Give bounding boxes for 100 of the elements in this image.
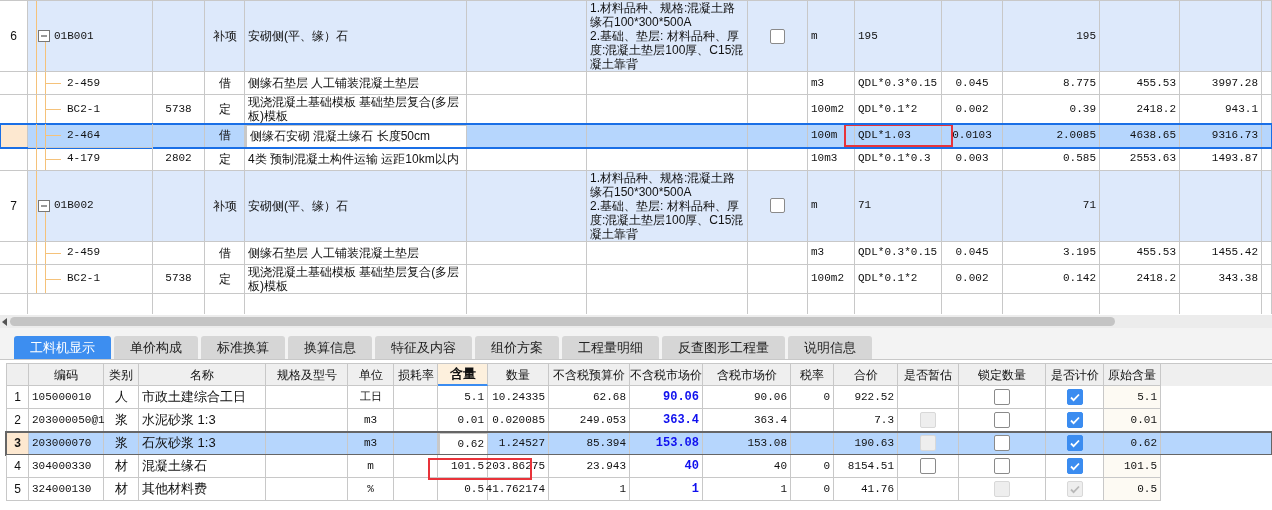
- unit-price: 2418.2: [1136, 101, 1176, 117]
- item-code: 4-179: [67, 151, 100, 167]
- total-price: 41.76: [861, 481, 894, 497]
- factor: 0.045: [955, 245, 989, 261]
- group-row[interactable]: 6 01B001 补项 安砌侧(平、缘）石 1.材料品种、规格:混凝土路缘石100*300*500A 2.基础、垫层: 材料品种、厚度:混凝土垫层100厚、C15混凝土靠背 m 195 195: [0, 1, 1272, 72]
- item-type: 补项: [212, 197, 237, 215]
- unit-price: 4638.65: [1129, 128, 1176, 143]
- budget-price: 1: [619, 481, 626, 497]
- tax-rate: 0: [823, 458, 830, 474]
- content: 0.5: [464, 481, 484, 497]
- total-price: 1455.42: [1211, 245, 1258, 261]
- tab[interactable]: 单价构成: [114, 336, 198, 359]
- quantity-expression: 71: [858, 198, 872, 214]
- quantity: 10.24335: [492, 389, 545, 405]
- item-name: 安砌侧(平、缘）石: [248, 197, 348, 215]
- tab[interactable]: 换算信息: [288, 336, 372, 359]
- tab[interactable]: 特征及内容: [375, 336, 472, 359]
- unit: m: [367, 458, 374, 474]
- tax-inclusive-price: 90.06: [754, 389, 787, 405]
- tab[interactable]: 说明信息: [788, 336, 872, 359]
- table-row[interactable]: 3 203000070 浆 石灰砂浆 1:3 m3 0.62 1.24527 85.394 153.08 153.08 190.63 0.62: [6, 432, 1272, 455]
- empty-cell: [153, 170, 205, 242]
- tab[interactable]: 工程量明细: [562, 336, 659, 359]
- column-header[interactable]: 含量: [438, 364, 488, 386]
- row-number: 7: [10, 197, 17, 215]
- group-row[interactable]: 7 01B002 补项 安砌侧(平、缘）石 1.材料品种、规格:混凝土路缘石150*300*500A 2.基础、垫层: 材料品种、厚度:混凝土垫层100厚、C15混凝土靠背 m 71 71: [0, 170, 1272, 242]
- row-number: 4: [14, 458, 21, 475]
- empty-cell: [1262, 170, 1272, 242]
- checkbox[interactable]: [1066, 435, 1083, 451]
- content: 0.01: [457, 412, 484, 428]
- tax-rate: 0: [823, 481, 830, 497]
- check-icon: [1068, 391, 1081, 403]
- checkbox[interactable]: [1066, 458, 1083, 474]
- original-content: 0.01: [1130, 412, 1157, 428]
- material-type: 材: [114, 457, 128, 476]
- checkbox[interactable]: [994, 435, 1010, 451]
- item-type: 借: [218, 75, 231, 92]
- table-row[interactable]: BC2-1 5738 定 现浇混凝土基础模板 基础垫层复合(多层板)模板 100m2 QDL*0.1*2 0.002 0.39 2418.2 943.1: [0, 95, 1272, 124]
- check-icon: [1068, 460, 1081, 472]
- market-price: 40: [684, 458, 699, 475]
- quantity-expression: QDL*0.1*0.3: [858, 151, 931, 167]
- item-code: BC2-1: [67, 101, 100, 117]
- unit: m: [811, 198, 818, 214]
- tab[interactable]: 反查图形工程量: [662, 336, 785, 359]
- budget-price: 62.68: [593, 389, 626, 405]
- table-row[interactable]: 2-459 借 侧缘石垫层 人工铺装混凝土垫层 m3 QDL*0.3*0.15 0.045 3.195 455.53 1455.42: [0, 241, 1272, 265]
- budget-price: 249.053: [579, 412, 626, 428]
- unit: 100m2: [811, 271, 844, 287]
- market-price: 363.4: [663, 412, 699, 429]
- reference-number: 5738: [165, 101, 192, 117]
- quantity: 0.585: [1063, 151, 1096, 167]
- checkbox[interactable]: [1066, 412, 1083, 428]
- item-name: 现浇混凝土基础模板 基础垫层复合(多层板)模板: [248, 95, 461, 123]
- checkbox[interactable]: [994, 389, 1010, 405]
- table-row[interactable]: 2-459 借 侧缘石垫层 人工铺装混凝土垫层 m3 QDL*0.3*0.15 0.045 8.775 455.53 3997.28: [0, 72, 1272, 95]
- material-type: 人: [114, 388, 128, 407]
- total-price: 922.52: [854, 389, 894, 405]
- tab[interactable]: 组价方案: [475, 336, 559, 359]
- quantity: 41.762174: [485, 481, 545, 497]
- original-content: 0.62: [1130, 435, 1157, 451]
- table-row[interactable]: BC2-1 5738 定 现浇混凝土基础模板 基础垫层复合(多层板)模板 100m2 QDL*0.1*2 0.002 0.142 2418.2 343.38: [0, 264, 1272, 294]
- quantity-expression: QDL*1.03: [844, 124, 953, 147]
- checkbox[interactable]: [1066, 389, 1083, 405]
- quantity-expression: 195: [858, 28, 878, 44]
- row-number: 1: [14, 389, 21, 406]
- content: 0.62: [457, 436, 484, 452]
- horizontal-scrollbar[interactable]: [0, 315, 1272, 328]
- factor: 0.002: [955, 271, 989, 287]
- unit: 100m2: [811, 101, 844, 117]
- collapse-icon[interactable]: [38, 30, 50, 42]
- total-price: 8154.51: [847, 458, 894, 474]
- checkbox[interactable]: [920, 458, 936, 474]
- quantity-expression: QDL*0.1*2: [858, 101, 918, 117]
- check-icon: [1068, 483, 1081, 495]
- material-name: 市政土建综合工日: [142, 388, 246, 407]
- row-number: 5: [14, 481, 21, 498]
- checkbox[interactable]: [770, 198, 785, 213]
- row-number: 6: [10, 28, 17, 45]
- checkbox[interactable]: [994, 412, 1010, 428]
- quantity: 2.0085: [1056, 128, 1096, 143]
- original-content: 0.5: [1137, 481, 1157, 497]
- unit: %: [367, 481, 374, 497]
- item-type: 定: [218, 270, 231, 288]
- original-content: 101.5: [1124, 458, 1157, 474]
- collapse-icon[interactable]: [38, 199, 50, 212]
- material-code: 105000010: [32, 389, 92, 405]
- checkbox[interactable]: [770, 28, 785, 44]
- factor: 0.045: [955, 75, 989, 91]
- table-row[interactable]: 4-179 2802 定 4类 预制混凝土构件运输 运距10km以内 10m3 QDL*0.1*0.3 0.003 0.585 2553.63 1493.87: [0, 147, 1272, 171]
- material-type: 材: [114, 480, 128, 499]
- table-row[interactable]: 2-464 借 侧缘石安砌 混凝土缘石 长度50cm 100m QDL*1.03 0.0103 2.0085 4638.65 9316.73: [0, 124, 1272, 148]
- unit-price: 2418.2: [1136, 271, 1176, 287]
- total-price: 3997.28: [1211, 75, 1258, 91]
- table-row[interactable]: 2 203000050@1 浆 水泥砂浆 1:3 m3 0.01 0.020085 249.053 363.4 363.4 7.3 0.01: [6, 409, 1272, 432]
- tab[interactable]: 标准换算: [201, 336, 285, 359]
- scrollbar-thumb[interactable]: [10, 317, 1115, 326]
- scroll-left-icon[interactable]: [2, 317, 8, 326]
- material-name: 石灰砂浆 1:3: [142, 434, 216, 453]
- checkbox[interactable]: [994, 458, 1010, 474]
- item-type: 定: [218, 101, 231, 118]
